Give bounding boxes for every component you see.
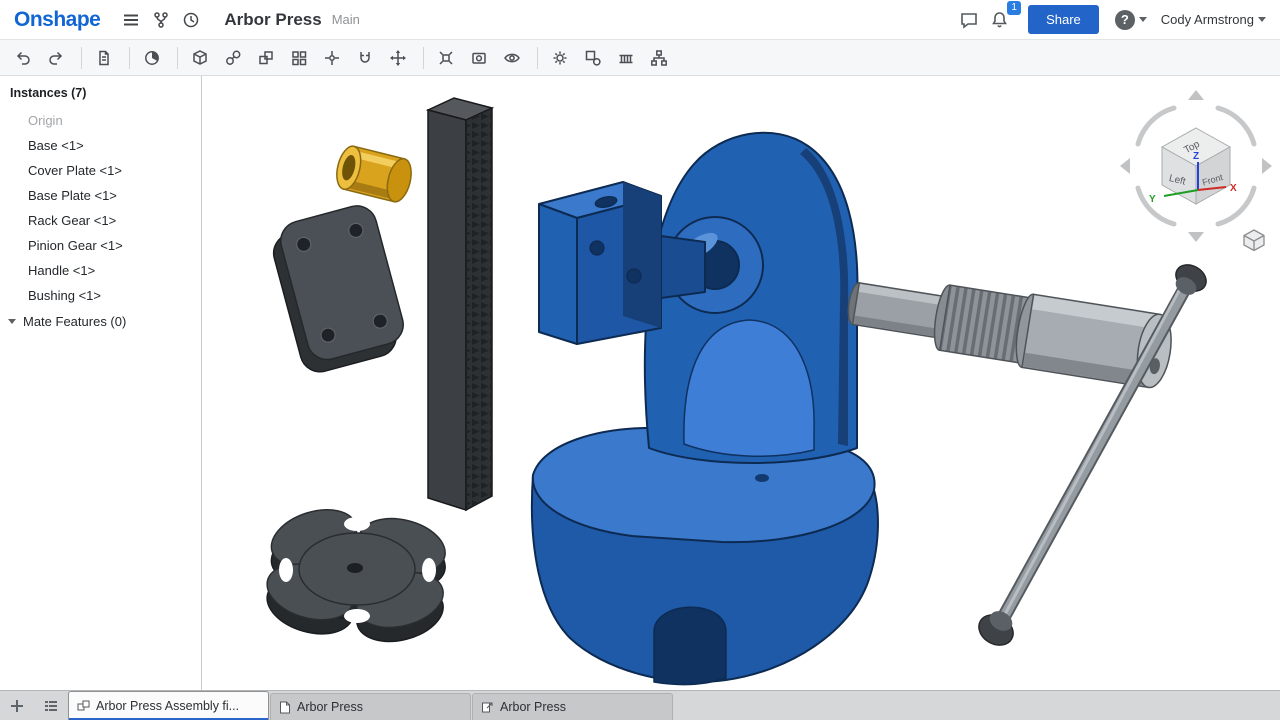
- instances-panel: Instances (7) Origin Base <1> Cover Plat…: [0, 76, 202, 690]
- instance-item-pinion-gear[interactable]: Pinion Gear <1>: [0, 233, 201, 258]
- simulation-icon[interactable]: [545, 44, 575, 72]
- part-rack-gear[interactable]: [428, 98, 492, 510]
- rack-mode-icon[interactable]: [611, 44, 641, 72]
- instances-title[interactable]: Instances (7): [0, 86, 201, 108]
- assembly-toolbar: [0, 40, 1280, 76]
- axis-x-label: X: [1230, 183, 1237, 194]
- tab-part-studio[interactable]: Arbor Press: [270, 693, 471, 720]
- part-pinion-gear[interactable]: [843, 266, 1176, 390]
- caret-down-icon: [1139, 17, 1147, 22]
- caret-down-icon: [1258, 17, 1266, 22]
- part-cover-plate[interactable]: [267, 201, 411, 376]
- add-tab-icon[interactable]: [0, 691, 34, 720]
- notification-badge: 1: [1007, 1, 1021, 15]
- isometric-view-icon[interactable]: [1244, 230, 1264, 251]
- move-part-icon[interactable]: [383, 44, 413, 72]
- history-icon[interactable]: [176, 5, 206, 35]
- tab-label: Arbor Press: [500, 700, 566, 714]
- tab-assembly[interactable]: Arbor Press Assembly fi...: [68, 691, 269, 720]
- branch-workspace-icon[interactable]: [146, 5, 176, 35]
- help-icon: ?: [1115, 10, 1135, 30]
- linked-tab-icon: [481, 701, 494, 714]
- configuration-icon[interactable]: [578, 44, 608, 72]
- document-tab-bar: Arbor Press Assembly fi... Arbor Press A…: [0, 690, 1280, 720]
- part-studio-tab-icon: [279, 701, 291, 714]
- tab-label: Arbor Press Assembly fi...: [96, 699, 239, 713]
- tab-label: Arbor Press: [297, 700, 363, 714]
- help-menu[interactable]: ?: [1115, 10, 1147, 30]
- mate-connector-icon[interactable]: [317, 44, 347, 72]
- user-menu[interactable]: Cody Armstrong: [1161, 12, 1266, 27]
- assembly-tab-icon: [77, 700, 90, 713]
- document-title: Arbor Press: [224, 10, 321, 30]
- part-bushing[interactable]: [333, 144, 415, 205]
- snap-mode-icon[interactable]: [350, 44, 380, 72]
- undo-icon[interactable]: [8, 44, 38, 72]
- axis-z-label: Z: [1193, 151, 1199, 162]
- onshape-logo[interactable]: Onshape: [14, 8, 100, 32]
- versions-icon[interactable]: [137, 44, 167, 72]
- instance-item-cover-plate[interactable]: Cover Plate <1>: [0, 158, 201, 183]
- mate-icon[interactable]: [218, 44, 248, 72]
- onshape-app: Onshape Arbor Press Main 1 Share ? Cody …: [0, 0, 1280, 720]
- tab-manager-icon[interactable]: [34, 691, 68, 720]
- main-menu-icon[interactable]: [116, 5, 146, 35]
- mate-features-label: Mate Features (0): [23, 314, 126, 329]
- instance-item-handle[interactable]: Handle <1>: [0, 258, 201, 283]
- axis-y-label: Y: [1149, 194, 1156, 205]
- user-name: Cody Armstrong: [1161, 12, 1254, 27]
- share-button[interactable]: Share: [1028, 5, 1099, 34]
- notifications-icon[interactable]: 1: [984, 5, 1014, 35]
- named-views-icon[interactable]: [464, 44, 494, 72]
- group-icon[interactable]: [251, 44, 281, 72]
- insert-document-icon[interactable]: [89, 44, 119, 72]
- instance-item-rack-gear[interactable]: Rack Gear <1>: [0, 208, 201, 233]
- part-base-plate[interactable]: [261, 500, 451, 650]
- insert-part-icon[interactable]: [185, 44, 215, 72]
- tab-linked-document[interactable]: Arbor Press: [472, 693, 673, 720]
- bill-of-materials-icon[interactable]: [644, 44, 674, 72]
- chevron-down-icon: [8, 319, 16, 324]
- top-bar: Onshape Arbor Press Main 1 Share ? Cody …: [0, 0, 1280, 40]
- comments-icon[interactable]: [954, 5, 984, 35]
- part-base[interactable]: [532, 133, 878, 685]
- display-states-icon[interactable]: [497, 44, 527, 72]
- viewport-3d[interactable]: Top Left Front Z X Y: [202, 76, 1280, 690]
- instance-item-base-plate[interactable]: Base Plate <1>: [0, 183, 201, 208]
- view-cube[interactable]: Top Left Front Z X Y: [1120, 90, 1272, 251]
- instance-item-origin[interactable]: Origin: [0, 108, 201, 133]
- linear-pattern-icon[interactable]: [284, 44, 314, 72]
- mate-features-section[interactable]: Mate Features (0): [0, 308, 201, 335]
- redo-icon[interactable]: [41, 44, 71, 72]
- exploded-view-icon[interactable]: [431, 44, 461, 72]
- instance-item-bushing[interactable]: Bushing <1>: [0, 283, 201, 308]
- instance-item-base[interactable]: Base <1>: [0, 133, 201, 158]
- workspace-name[interactable]: Main: [332, 12, 360, 27]
